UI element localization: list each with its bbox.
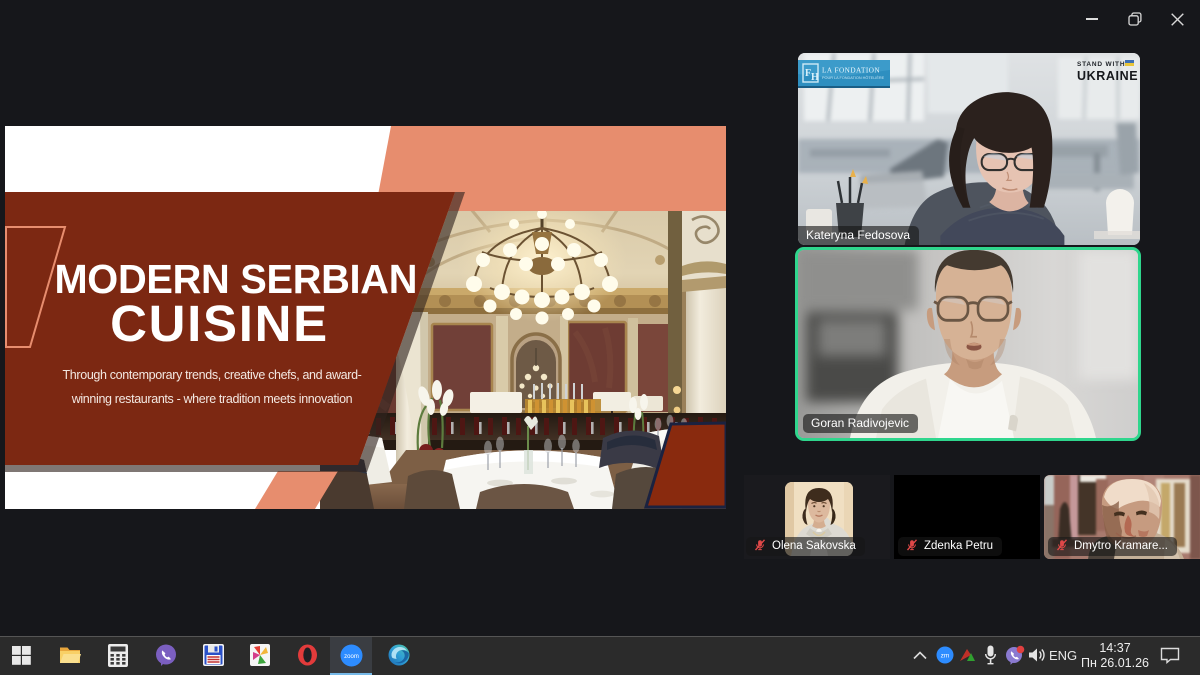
- svg-text:LA FONDATION: LA FONDATION: [822, 67, 880, 75]
- svg-text:UKRAINE: UKRAINE: [1077, 69, 1138, 83]
- svg-text:H: H: [811, 72, 819, 83]
- svg-text:zm: zm: [941, 653, 950, 660]
- svg-text:STAND WITH: STAND WITH: [1077, 61, 1125, 68]
- svg-text:POUR LA FONDATION HÔTELIÈRE: POUR LA FONDATION HÔTELIÈRE: [822, 75, 885, 80]
- svg-text:zoom: zoom: [344, 654, 359, 660]
